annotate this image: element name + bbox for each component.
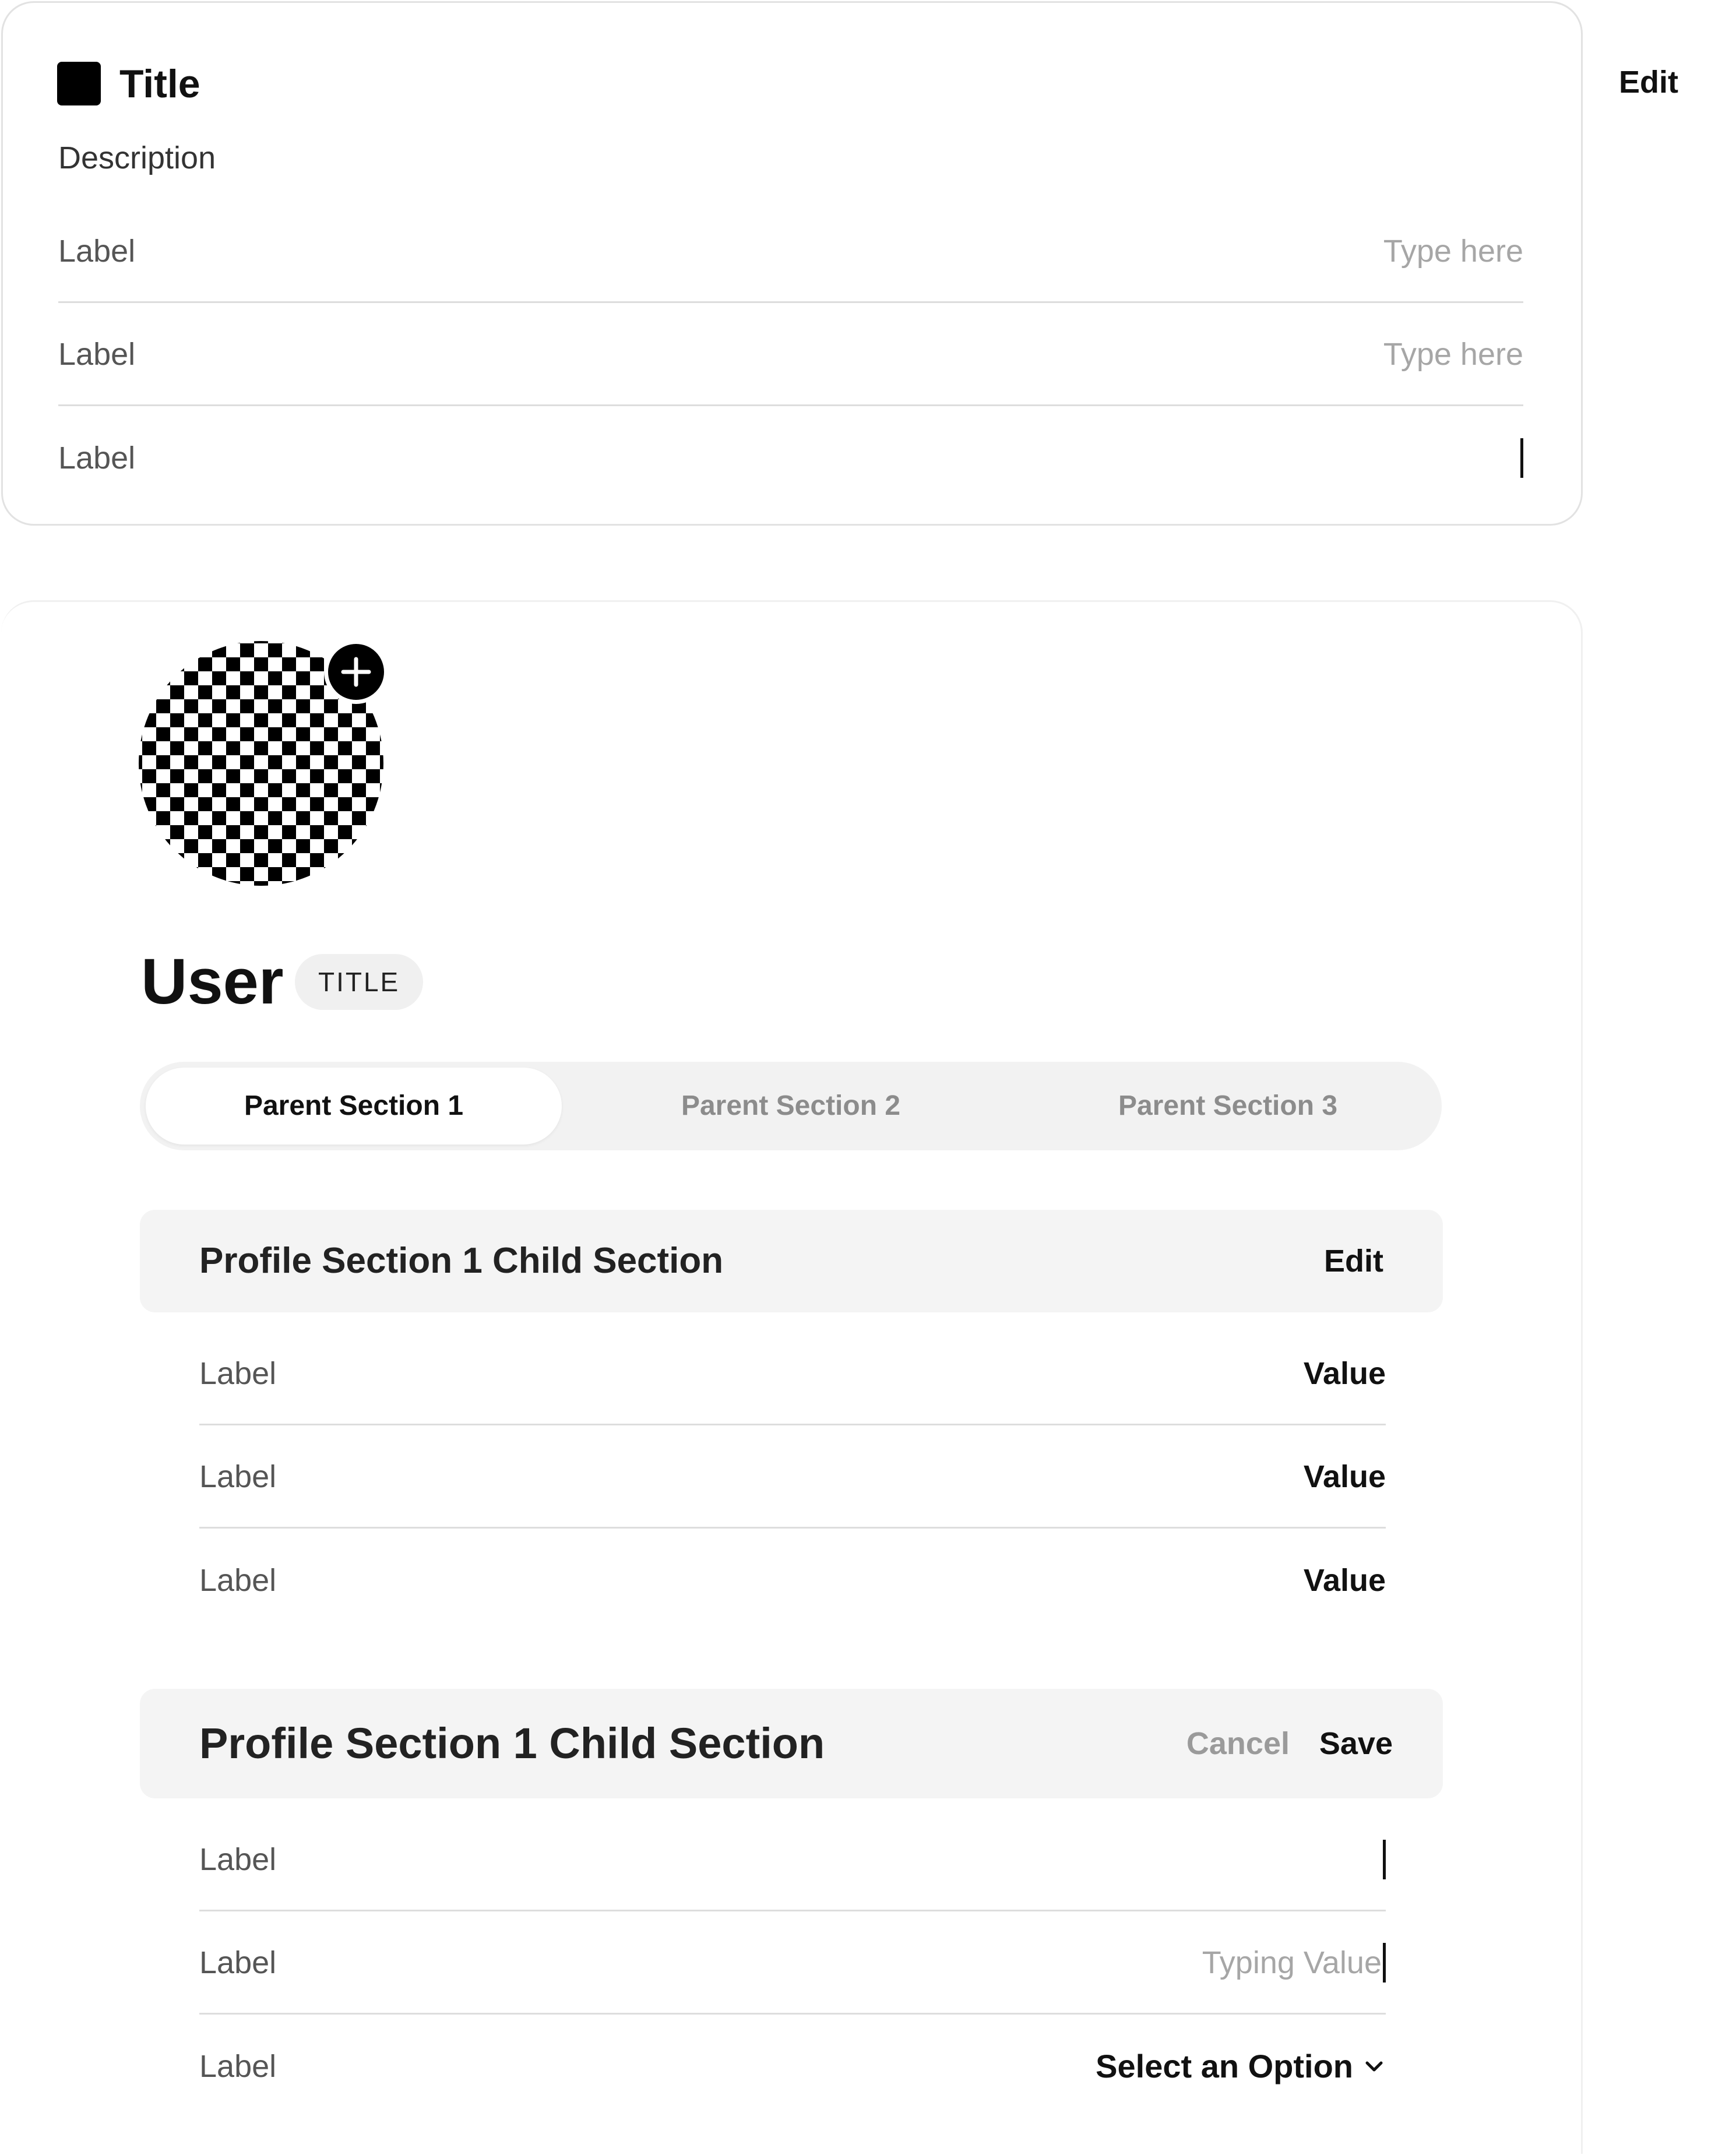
detail-row-value: Value: [1303, 1563, 1386, 1598]
add-avatar-button[interactable]: [324, 640, 388, 704]
detail-row-label: Label: [199, 1459, 277, 1494]
detail-row-value: Value: [1303, 1459, 1386, 1494]
option-select-value: Select an Option: [1096, 2048, 1353, 2084]
form-row-label: Label: [58, 233, 136, 269]
card-edit-button[interactable]: Edit: [1619, 62, 1678, 103]
section-tabs: Parent Section 1 Parent Section 2 Parent…: [140, 1062, 1442, 1150]
form-row-input[interactable]: Type here: [1383, 334, 1523, 375]
tab-parent-section-1[interactable]: Parent Section 1: [146, 1068, 562, 1145]
chevron-down-icon: [1365, 2061, 1383, 2072]
option-select[interactable]: Select an Option: [1096, 2046, 1386, 2087]
detail-row-label: Label: [199, 1563, 277, 1598]
detail-row-value: Value: [1303, 1355, 1386, 1391]
section-header: Profile Section 1 Child Section Edit: [140, 1210, 1443, 1312]
edit-row-label: Label: [199, 2049, 277, 2084]
user-title-badge: TITLE: [295, 954, 424, 1010]
form-row-label: Label: [58, 441, 136, 476]
save-button[interactable]: Save: [1319, 1723, 1393, 1764]
edit-row-label: Label: [199, 1841, 277, 1877]
card-title: Title: [119, 62, 200, 106]
text-caret[interactable]: [1520, 438, 1523, 478]
form-row-input[interactable]: Type here: [1383, 231, 1523, 272]
form-row-label: Label: [58, 336, 136, 372]
detail-row-label: Label: [199, 1355, 277, 1391]
form-row[interactable]: Label: [58, 407, 1523, 509]
edit-row-label: Label: [199, 1945, 277, 1980]
card-square-icon: [57, 62, 101, 105]
section-edit-button[interactable]: Edit: [1324, 1241, 1383, 1281]
section-header-editing: Profile Section 1 Child Section Cancel S…: [140, 1689, 1443, 1798]
form-row[interactable]: Label Type here: [58, 304, 1523, 406]
detail-row: Label Value: [199, 1323, 1386, 1425]
section-title: Profile Section 1 Child Section: [199, 1719, 825, 1767]
edit-row[interactable]: Label: [199, 1809, 1386, 1911]
text-caret[interactable]: [1383, 1839, 1386, 1879]
value-input[interactable]: Typing Value: [1202, 1942, 1386, 1983]
card-description: Description: [58, 140, 216, 175]
section-title: Profile Section 1 Child Section: [199, 1241, 724, 1281]
edit-row[interactable]: Label Typing Value: [199, 1912, 1386, 2015]
text-caret: [1383, 1942, 1386, 1983]
detail-row: Label Value: [199, 1529, 1386, 1632]
value-input-text: Typing Value: [1202, 1945, 1382, 1980]
user-name: User: [141, 946, 284, 1017]
form-row[interactable]: Label Type here: [58, 200, 1523, 303]
tab-parent-section-2[interactable]: Parent Section 2: [583, 1068, 999, 1145]
edit-row[interactable]: Label Select an Option: [199, 2015, 1386, 2118]
detail-row: Label Value: [199, 1426, 1386, 1529]
tab-parent-section-3[interactable]: Parent Section 3: [1020, 1068, 1436, 1145]
cancel-button[interactable]: Cancel: [1186, 1723, 1290, 1764]
plus-icon: [341, 657, 371, 687]
